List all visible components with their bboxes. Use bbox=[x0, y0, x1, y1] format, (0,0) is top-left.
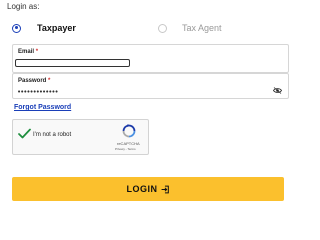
forgot-password-link[interactable]: Forgot Password bbox=[14, 104, 71, 111]
password-required-mark: * bbox=[48, 78, 51, 84]
eye-slash-icon[interactable] bbox=[273, 87, 282, 94]
recaptcha-widget: I'm not a robot reCAPTCHA Privacy - Term… bbox=[12, 119, 149, 155]
email-input[interactable] bbox=[15, 59, 130, 67]
role-option-tax-agent[interactable]: Tax Agent bbox=[158, 23, 222, 33]
taxpayer-radio[interactable] bbox=[12, 23, 21, 33]
password-label-text: Password bbox=[18, 78, 47, 84]
email-required-mark: * bbox=[35, 49, 39, 55]
email-field-group: Email * bbox=[12, 44, 289, 73]
login-as-label: Login as: bbox=[7, 2, 40, 11]
login-button[interactable]: LOGIN bbox=[12, 177, 284, 201]
password-label: Password * bbox=[18, 78, 50, 84]
login-card: Login as: Taxpayer Tax Agent Email * Pas… bbox=[0, 0, 300, 205]
taxpayer-label: Taxpayer bbox=[37, 23, 76, 33]
email-label: Email * bbox=[18, 49, 38, 55]
checkmark-icon[interactable] bbox=[18, 128, 31, 139]
login-button-label: LOGIN bbox=[126, 184, 158, 194]
password-field-group: Password * bbox=[12, 73, 289, 99]
email-label-text: Email bbox=[18, 49, 35, 55]
recaptcha-terms-link[interactable]: Privacy - Terms bbox=[115, 147, 136, 151]
login-arrow-icon bbox=[161, 185, 169, 193]
tax-agent-label: Tax Agent bbox=[182, 23, 222, 33]
recaptcha-label: I'm not a robot bbox=[33, 132, 72, 138]
password-input[interactable] bbox=[17, 87, 117, 96]
role-option-taxpayer[interactable]: Taxpayer bbox=[12, 23, 76, 33]
tax-agent-radio[interactable] bbox=[158, 23, 167, 33]
recaptcha-logo-icon bbox=[122, 124, 136, 138]
recaptcha-brand: reCAPTCHA bbox=[117, 141, 140, 146]
